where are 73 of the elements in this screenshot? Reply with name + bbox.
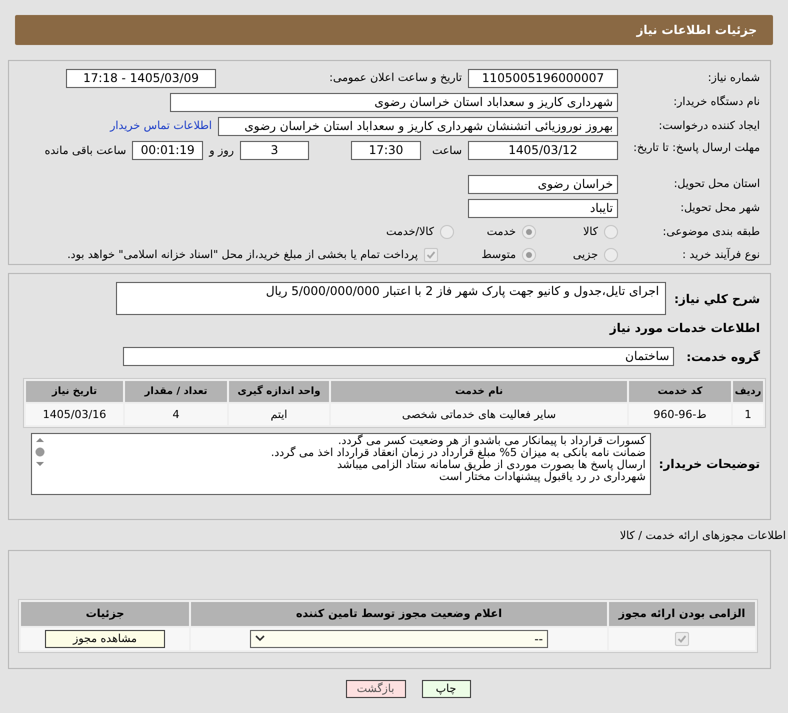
print-button[interactable]: چاپ xyxy=(422,680,470,698)
checkbox-label: پرداخت تمام یا بخشی از مبلغ خرید،از محل "اسناد خزانه اسلامی" خواهد بود. xyxy=(67,246,418,263)
note-line: ضمانت نامه بانکی به میزان 5% مبلغ قرارداد در زمان انعقاد قرارداد اخذ می گردد. xyxy=(270,447,646,459)
text-field[interactable]: ساختمان xyxy=(123,347,674,366)
caret-icon xyxy=(255,635,265,642)
note-line: شهرداری در رد یاقبول پیشنهادات مختار است xyxy=(438,471,646,483)
scroll-down-icon[interactable] xyxy=(34,461,45,467)
back-button[interactable]: بازگشت xyxy=(346,680,406,698)
field-label: طبقه بندی موضوعی: xyxy=(662,224,760,240)
radio-button[interactable] xyxy=(604,248,618,262)
status-dropdown[interactable]: -- xyxy=(250,630,548,648)
option-label: خدمت xyxy=(486,224,516,240)
field-label: استان محل تحویل: xyxy=(672,176,760,192)
column-header: تاریخ نیاز xyxy=(26,381,123,402)
field-label: شماره نیاز: xyxy=(706,70,760,86)
column-header: نام خدمت xyxy=(331,381,627,402)
field-label: شرح کلي نياز: xyxy=(674,291,760,308)
radio-button[interactable] xyxy=(604,224,618,239)
field-label: گروه خدمت: xyxy=(686,348,760,366)
view-permit-button[interactable]: مشاهده مجوز xyxy=(45,630,165,648)
text-field[interactable]: شهرداری کاریز و سعداباد استان خراسان رضوی xyxy=(170,93,618,112)
field-label: ایجاد کننده درخواست: xyxy=(658,118,760,134)
text-field[interactable]: 17:30 xyxy=(351,141,421,160)
text-field[interactable]: 1105005196000007 xyxy=(468,69,618,88)
page-title: جزئیات اطلاعات نیاز xyxy=(636,22,757,39)
column-header: اعلام وضعیت مجوز توسط تامین کننده xyxy=(191,602,607,626)
section-title: اطلاعات مجوزهای ارائه خدمت / کالا xyxy=(618,528,786,544)
section-title: اطلاعات خدمات مورد نیاز xyxy=(610,320,760,337)
column-header: ردیف xyxy=(733,381,763,402)
dropdown-value: -- xyxy=(534,630,543,648)
option-label: متوسط xyxy=(480,246,516,263)
field-label: نوع فرآیند خرید : xyxy=(681,246,760,263)
note-line: ارسال پاسخ ها بصورت موردی از طریق سامانه ستاد الزامی میباشد xyxy=(336,459,646,471)
field-label: نام دستگاه خریدار: xyxy=(672,94,760,110)
field-label: مهلت ارسال پاسخ: تا تاریخ: xyxy=(632,141,760,154)
table-cell: ط-96-960 xyxy=(629,404,731,425)
checkbox[interactable] xyxy=(424,248,438,262)
scroll-thumb-icon[interactable] xyxy=(34,447,45,457)
column-header: تعداد / مقدار xyxy=(125,381,227,402)
column-header: کد خدمت xyxy=(629,381,731,402)
field-label: ساعت باقی مانده xyxy=(44,143,126,159)
table-cell: 1405/03/16 xyxy=(26,404,123,425)
option-label: جزیی xyxy=(572,246,598,263)
field-label: روز و xyxy=(209,143,234,159)
option-label: کالا/خدمت xyxy=(385,224,434,240)
field-label: تاریخ و ساعت اعلان عمومی: xyxy=(328,70,462,86)
table-cell: 4 xyxy=(125,404,227,425)
text-field[interactable]: تایباد xyxy=(468,198,618,218)
option-label: کالا xyxy=(582,224,598,240)
text-field[interactable]: خراسان رضوی xyxy=(468,174,618,194)
field-label: توضیحات خریدار: xyxy=(658,456,760,473)
text-field[interactable]: 1405/03/09 - 17:18 xyxy=(66,69,216,88)
field-label: ساعت xyxy=(431,143,462,159)
table-cell: 1 xyxy=(733,404,763,425)
radio-button[interactable] xyxy=(440,224,454,239)
checkbox[interactable] xyxy=(675,632,689,646)
field-label: شهر محل تحویل: xyxy=(679,200,760,216)
column-header: واحد اندازه گیری xyxy=(229,381,329,402)
description-textarea[interactable]: اجرای تایل،جدول و کانیو جهت پارک شهر فاز 2 با اعتبار 5/000/000/000 ریال xyxy=(116,282,666,315)
scroll-up-icon[interactable] xyxy=(34,437,45,443)
radio-button[interactable] xyxy=(522,248,536,262)
column-header: جزئیات xyxy=(21,602,189,626)
contact-link[interactable]: اطلاعات تماس خریدار xyxy=(110,118,212,135)
table-cell: سایر فعالیت های خدماتی شخصی xyxy=(331,404,627,425)
text-field[interactable]: 3 xyxy=(240,141,309,160)
text-field[interactable]: 00:01:19 xyxy=(132,141,204,160)
column-header: الزامی بودن ارائه مجوز xyxy=(609,602,755,626)
note-line: کسورات قرارداد با پیمانکار می باشدو از هر وضعیت کسر می گردد. xyxy=(337,435,646,447)
text-field[interactable]: بهروز نوروزیائی اتشنشان شهرداری کاریز و سعداباد استان خراسان رضوی xyxy=(218,117,618,136)
text-field[interactable]: 1405/03/12 xyxy=(468,141,618,160)
table-cell: ایتم xyxy=(229,404,329,425)
radio-button[interactable] xyxy=(522,224,536,239)
notes-textarea[interactable] xyxy=(30,433,651,495)
